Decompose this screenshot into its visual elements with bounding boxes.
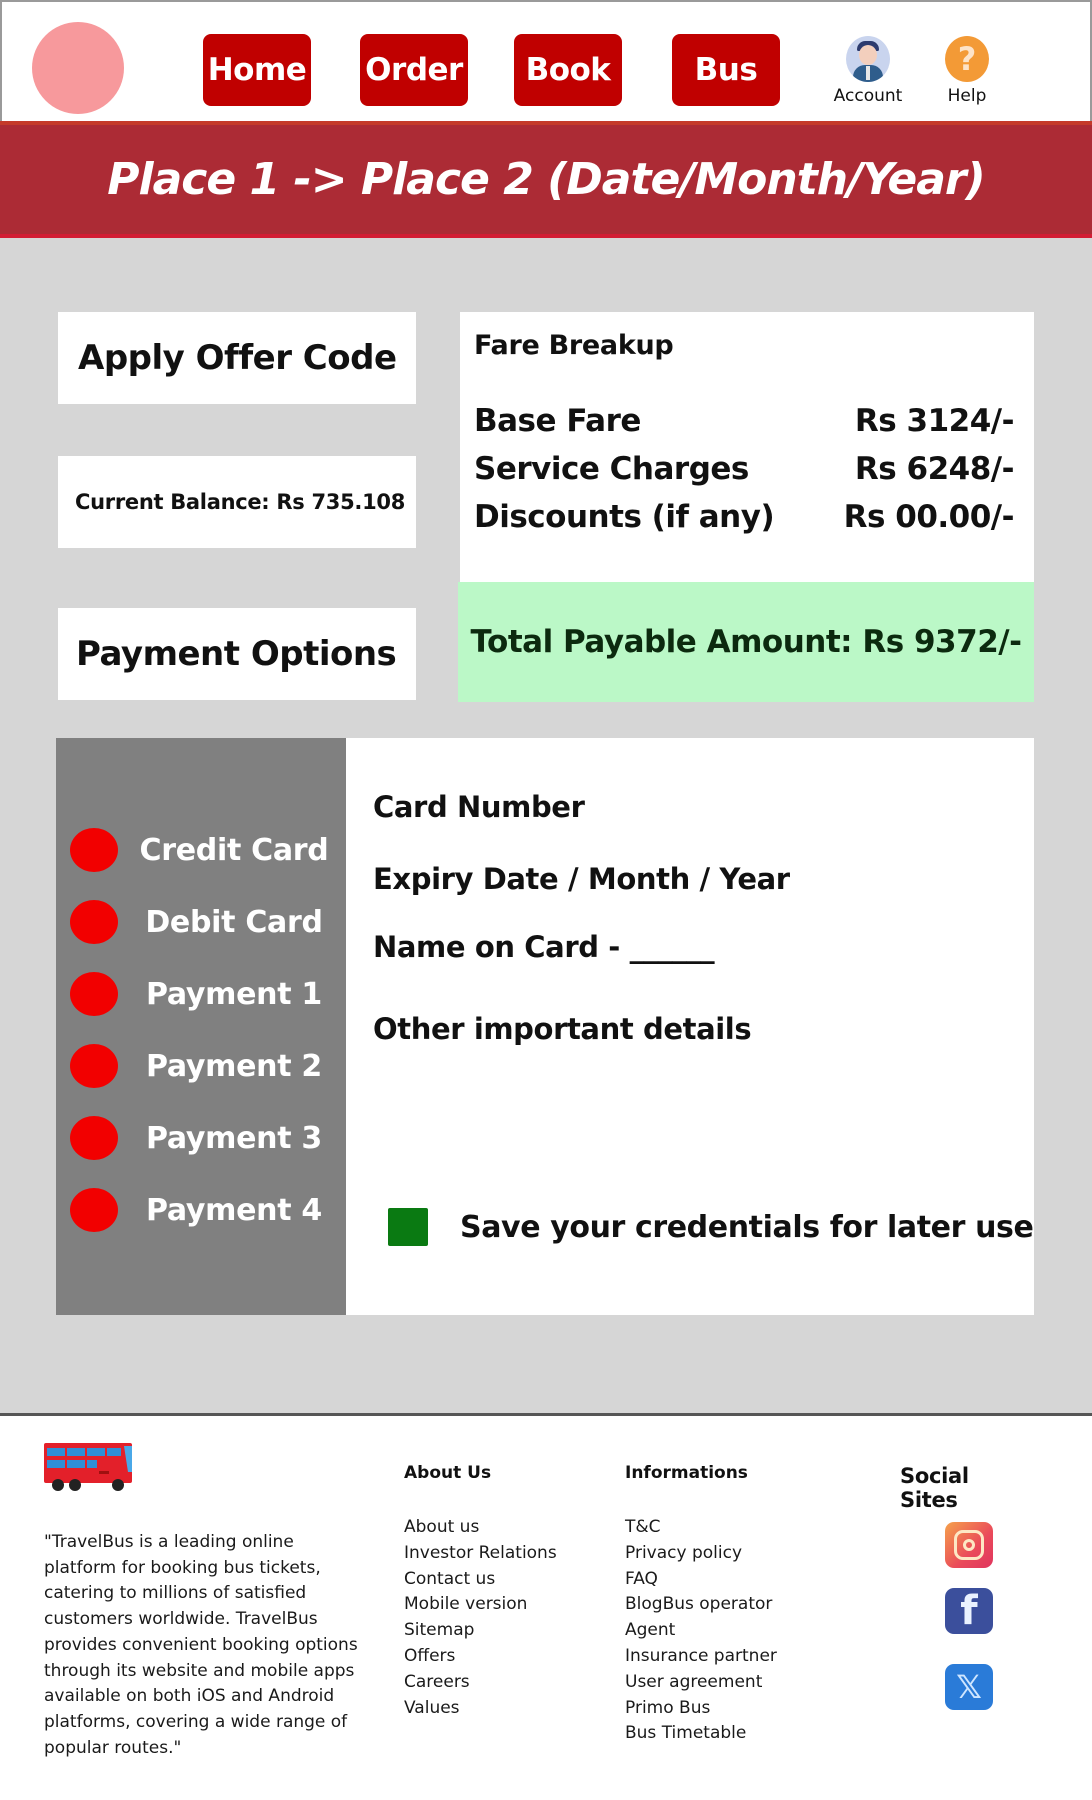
other-details-field[interactable]: Other important details	[373, 1012, 1034, 1072]
payment-method-list: Credit Card Debit Card Payment 1 Payment…	[56, 738, 346, 1315]
facebook-icon[interactable]: f	[945, 1588, 993, 1634]
radio-button-icon[interactable]	[70, 828, 118, 872]
footer-link-contact-us[interactable]: Contact us	[404, 1567, 557, 1593]
social-sites: Social Sites f 𝕏	[900, 1464, 1030, 1710]
payment-method-label: Payment 3	[146, 1120, 322, 1156]
footer-link-tc[interactable]: T&C	[625, 1515, 777, 1541]
nav-home-button[interactable]: Home	[203, 34, 311, 106]
route-title: Place 1 -> Place 2 (Date/Month/Year)	[107, 154, 985, 205]
payment-method-payment-3[interactable]: Payment 3	[56, 1102, 346, 1174]
social-sites-heading: Social Sites	[900, 1464, 969, 1512]
footer-link-insurance-partner[interactable]: Insurance partner	[625, 1644, 777, 1670]
apply-offer-code-button[interactable]: Apply Offer Code	[58, 312, 416, 404]
save-credentials-label: Save your credentials for later use	[460, 1209, 1034, 1245]
route-banner: Place 1 -> Place 2 (Date/Month/Year)	[0, 121, 1092, 238]
footer-link-mobile-version[interactable]: Mobile version	[404, 1592, 557, 1618]
account-label: Account	[833, 86, 903, 106]
footer-info-column: Informations T&C Privacy policy FAQ Blog…	[625, 1463, 777, 1747]
save-credentials-checkbox[interactable]	[388, 1208, 428, 1246]
instagram-icon[interactable]	[945, 1522, 993, 1568]
radio-button-icon[interactable]	[70, 1044, 118, 1088]
footer: "TravelBus is a leading online platform …	[0, 1413, 1092, 1800]
fare-row-label: Discounts (if any)	[474, 499, 775, 535]
payment-method-payment-4[interactable]: Payment 4	[56, 1174, 346, 1246]
expiry-date-field[interactable]: Expiry Date / Month / Year	[373, 862, 1034, 930]
fare-breakup-card: Fare Breakup Base Fare Rs 3124/- Service…	[460, 312, 1034, 582]
footer-link-user-agreement[interactable]: User agreement	[625, 1670, 777, 1696]
fare-row-value: Rs 00.00/-	[843, 499, 1015, 535]
payment-method-debit-card[interactable]: Debit Card	[56, 886, 346, 958]
fare-row-base: Base Fare Rs 3124/-	[474, 391, 1020, 439]
footer-link-primo-bus[interactable]: Primo Bus	[625, 1696, 777, 1722]
fare-row-value: Rs 6248/-	[854, 451, 1015, 487]
footer-link-about-us[interactable]: About us	[404, 1515, 557, 1541]
radio-button-icon[interactable]	[70, 1188, 118, 1232]
payment-method-label: Payment 1	[146, 976, 322, 1012]
total-payable-card: Total Payable Amount: Rs 9372/-	[458, 582, 1034, 702]
footer-link-values[interactable]: Values	[404, 1696, 557, 1722]
bus-logo-icon	[44, 1443, 132, 1491]
fare-row-label: Base Fare	[474, 403, 641, 439]
radio-button-icon[interactable]	[70, 1116, 118, 1160]
footer-link-sitemap[interactable]: Sitemap	[404, 1618, 557, 1644]
payment-method-payment-2[interactable]: Payment 2	[56, 1030, 346, 1102]
payment-method-label: Debit Card	[145, 904, 323, 940]
name-on-card-field[interactable]: Name on Card - ______	[373, 930, 1034, 1012]
top-nav-bar: Home Order Book Bus Account ? Help	[0, 0, 1092, 121]
footer-info-heading: Informations	[625, 1463, 748, 1483]
current-balance-text: Current Balance: Rs 735.108	[75, 490, 406, 514]
company-description: "TravelBus is a leading online platform …	[44, 1532, 358, 1758]
footer-link-blogbus-operator[interactable]: BlogBus operator	[625, 1592, 777, 1618]
radio-button-icon[interactable]	[70, 900, 118, 944]
help-button[interactable]: ? Help	[932, 36, 1002, 106]
footer-link-faq[interactable]: FAQ	[625, 1567, 777, 1593]
payment-method-credit-card[interactable]: Credit Card	[56, 814, 346, 886]
nav-order-button[interactable]: Order	[360, 34, 468, 106]
account-avatar-icon	[846, 36, 890, 82]
x-icon[interactable]: 𝕏	[945, 1664, 993, 1710]
footer-link-bus-timetable[interactable]: Bus Timetable	[625, 1721, 777, 1747]
apply-offer-code-label: Apply Offer Code	[78, 338, 397, 378]
payment-method-label: Payment 2	[146, 1048, 322, 1084]
save-credentials-option[interactable]: Save your credentials for later use	[388, 1208, 1034, 1246]
current-balance-card: Current Balance: Rs 735.108	[58, 456, 416, 548]
payment-method-label: Payment 4	[146, 1192, 322, 1228]
footer-link-privacy-policy[interactable]: Privacy policy	[625, 1541, 777, 1567]
footer-link-offers[interactable]: Offers	[404, 1644, 557, 1670]
help-label: Help	[947, 86, 987, 106]
fare-row-service: Service Charges Rs 6248/-	[474, 439, 1020, 487]
footer-link-investor-relations[interactable]: Investor Relations	[404, 1541, 557, 1567]
nav-bus-button[interactable]: Bus	[672, 34, 780, 106]
fare-row-discount: Discounts (if any) Rs 00.00/-	[474, 487, 1020, 535]
nav-book-button[interactable]: Book	[514, 34, 622, 106]
fare-row-value: Rs 3124/-	[854, 403, 1015, 439]
payment-method-payment-1[interactable]: Payment 1	[56, 958, 346, 1030]
logo-circle[interactable]	[32, 22, 124, 114]
fare-breakup-title: Fare Breakup	[474, 330, 674, 361]
footer-about-column: About Us About us Investor Relations Con…	[404, 1463, 557, 1721]
total-payable-amount: Total Payable Amount: Rs 9372/-	[470, 624, 1022, 660]
fare-row-label: Service Charges	[474, 451, 749, 487]
help-question-icon: ?	[945, 36, 989, 82]
payment-options-heading-card: Payment Options	[58, 608, 416, 700]
payment-method-label: Credit Card	[139, 832, 329, 868]
payment-options-heading: Payment Options	[76, 634, 397, 674]
footer-about-heading: About Us	[404, 1463, 492, 1483]
radio-button-icon[interactable]	[70, 972, 118, 1016]
card-number-field[interactable]: Card Number	[373, 790, 1034, 862]
footer-link-agent[interactable]: Agent	[625, 1618, 777, 1644]
card-details-form: Card Number Expiry Date / Month / Year N…	[346, 738, 1034, 1315]
account-button[interactable]: Account	[828, 36, 908, 106]
footer-link-careers[interactable]: Careers	[404, 1670, 557, 1696]
